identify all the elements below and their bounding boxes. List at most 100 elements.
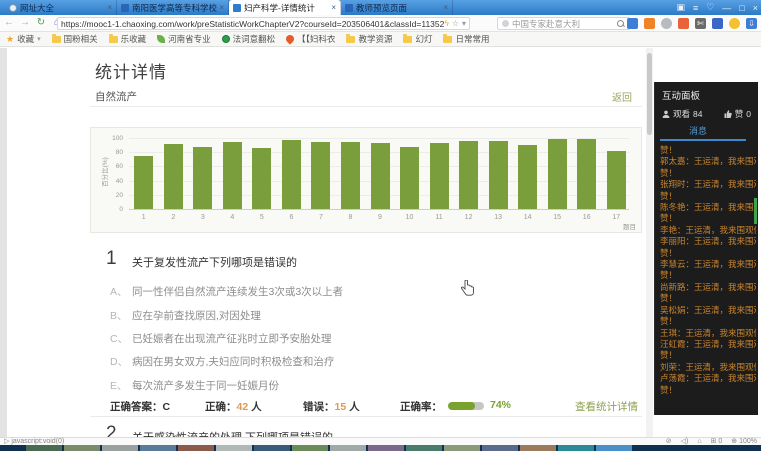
taskbar-window[interactable] xyxy=(292,445,328,451)
maximize-button[interactable]: □ xyxy=(739,3,744,13)
taskbar-window[interactable] xyxy=(254,445,290,451)
taskbar-window[interactable] xyxy=(330,445,366,451)
bookmark-label: 【【妇科衣 xyxy=(297,33,335,45)
search-suggestion-text[interactable]: 中国专家赴意大利 xyxy=(512,18,614,30)
dropdown-caret-icon[interactable]: ▾ xyxy=(462,19,466,28)
back-link[interactable]: 返回 xyxy=(612,89,632,104)
folder-icon xyxy=(443,36,452,43)
nav-buttons: ←→↻⌂ xyxy=(3,17,63,29)
tab-close-icon[interactable]: × xyxy=(331,3,336,12)
bookmark-label: 教学资源 xyxy=(358,33,392,45)
page-scrollbar[interactable] xyxy=(646,48,653,437)
bookmark-item[interactable]: 法词意翻松 xyxy=(222,33,276,45)
taskbar-window[interactable] xyxy=(140,445,176,451)
mouse-cursor-hand-icon xyxy=(461,280,474,301)
capture-extension-icon[interactable] xyxy=(678,18,689,29)
bookmark-item[interactable]: 日常常用 xyxy=(443,33,489,45)
search-input[interactable]: 中国专家赴意大利 xyxy=(497,17,630,30)
bookmark-item[interactable]: 幻灯 xyxy=(403,33,432,45)
option-text[interactable]: 已妊娠者在出现流产征兆时立即予安胎处理 xyxy=(132,331,332,346)
chart-bar xyxy=(459,141,478,209)
tab-close-icon[interactable]: × xyxy=(443,3,448,12)
close-button[interactable]: × xyxy=(753,3,758,13)
y-tick-label: 40 xyxy=(95,178,123,185)
scissors-extension-icon[interactable]: ✄ xyxy=(695,18,706,29)
bookmark-star-icon[interactable]: ☆ xyxy=(452,19,459,28)
bookmark-label: 收藏 xyxy=(17,33,34,45)
viewers-count: 84 xyxy=(693,109,702,119)
url-text[interactable]: https://mooc1-1.chaoxing.com/work/preSta… xyxy=(61,19,445,29)
option-text[interactable]: 同一性伴侣自然流产连续发生3次或3次以上者 xyxy=(132,284,343,299)
tab-close-icon[interactable]: × xyxy=(107,3,112,12)
favorite-icon[interactable]: ♡ xyxy=(706,2,714,13)
view-stats-detail-link[interactable]: 查看统计详情 xyxy=(575,399,638,414)
chat-message: 李艳：王运清，我来围观你的直 xyxy=(660,225,756,236)
address-bar[interactable]: https://mooc1-1.chaoxing.com/work/preSta… xyxy=(57,17,470,30)
option-letter: D、 xyxy=(110,354,128,369)
browser-tab[interactable]: 妇产科学-详情统计× xyxy=(229,0,341,15)
tab-close-icon[interactable]: × xyxy=(219,3,224,12)
search-icon[interactable] xyxy=(617,20,625,28)
chat-message: 吴松娟：王运清，我来围观你的 xyxy=(660,305,756,316)
bookmark-item[interactable]: 教学资源 xyxy=(346,33,392,45)
wrong-count-stat: 错误：15 人 xyxy=(303,399,360,414)
taskbar-window[interactable] xyxy=(558,445,594,451)
taskbar-window[interactable] xyxy=(406,445,442,451)
chat-message: 卢荡霞：王运清，我来围观你的 xyxy=(660,373,756,384)
apps-icon[interactable]: ▣ xyxy=(676,2,685,13)
chat-message: 赞！ xyxy=(660,213,756,224)
taskbar-window[interactable] xyxy=(368,445,404,451)
refresh-button[interactable]: ↻ xyxy=(35,17,47,29)
lightning-icon[interactable]: ϟ xyxy=(445,19,449,28)
taskbar-window[interactable] xyxy=(520,445,556,451)
history-extension-icon[interactable] xyxy=(661,18,672,29)
docs-extension-icon[interactable] xyxy=(712,18,723,29)
rate-progress-fill xyxy=(448,402,475,410)
option-text[interactable]: 每次流产多发生于同一妊娠月份 xyxy=(132,378,279,393)
browser-tab[interactable]: 南阳医学高等专科学校× xyxy=(117,0,229,15)
taskbar-window[interactable] xyxy=(596,445,632,451)
bookmark-item[interactable]: 河南省专业 xyxy=(157,33,211,45)
browser-tab[interactable]: 网址大全× xyxy=(5,0,117,15)
url-actions: ϟ☆▾ xyxy=(445,19,466,28)
question-text: 关于复发性流产下列哪项是错误的 xyxy=(132,254,297,270)
taskbar-window[interactable] xyxy=(26,445,62,451)
taskbar-window[interactable] xyxy=(178,445,214,451)
x-axis-label: 题目 xyxy=(623,221,636,231)
correct-count-stat: 正确：42 人 xyxy=(205,399,262,414)
forward-button[interactable]: → xyxy=(19,17,31,29)
leaf-icon xyxy=(157,35,165,43)
bookmark-item[interactable]: ★收藏▾ xyxy=(6,33,41,45)
menu-icon[interactable]: ≡ xyxy=(693,3,698,13)
likes-label: 赞 xyxy=(735,108,744,120)
y-tick-label: 80 xyxy=(95,149,123,156)
taskbar-window[interactable] xyxy=(102,445,138,451)
option-letter: C、 xyxy=(110,331,128,346)
tab-messages[interactable]: 消息 xyxy=(655,124,758,137)
likes-stat[interactable]: 赞 0 xyxy=(724,108,751,120)
option-text[interactable]: 病因在男女双方,夫妇应同时积极检查和治疗 xyxy=(132,354,334,369)
chat-message: 赞！ xyxy=(660,316,756,327)
panel-scrollbar-thumb[interactable] xyxy=(754,198,757,224)
flame-icon xyxy=(285,33,296,44)
back-button[interactable]: ← xyxy=(3,17,15,29)
taskbar-window[interactable] xyxy=(64,445,100,451)
bookmark-item[interactable]: 【【妇科衣 xyxy=(286,33,335,45)
page-left-edge xyxy=(0,48,7,437)
windows-taskbar[interactable] xyxy=(0,445,761,451)
chart-bar xyxy=(371,143,390,209)
bookmark-item[interactable]: 国粉相关 xyxy=(52,33,98,45)
yellow-extension-icon[interactable] xyxy=(729,18,740,29)
taskbar-window[interactable] xyxy=(216,445,252,451)
bookmark-item[interactable]: 乐收藏 xyxy=(109,33,147,45)
browser-tab[interactable]: 教师预览页面× xyxy=(341,0,453,15)
taskbar-window[interactable] xyxy=(444,445,480,451)
minimize-button[interactable]: — xyxy=(722,3,731,13)
download-extension-icon[interactable]: ⇩ xyxy=(746,18,757,29)
notes-extension-icon[interactable] xyxy=(627,18,638,29)
chat-message: 赞！ xyxy=(660,168,756,179)
page-scrollbar-thumb[interactable] xyxy=(647,53,652,135)
flame-extension-icon[interactable] xyxy=(644,18,655,29)
taskbar-window[interactable] xyxy=(482,445,518,451)
option-text[interactable]: 应在孕前查找原因,对因处理 xyxy=(132,308,261,323)
